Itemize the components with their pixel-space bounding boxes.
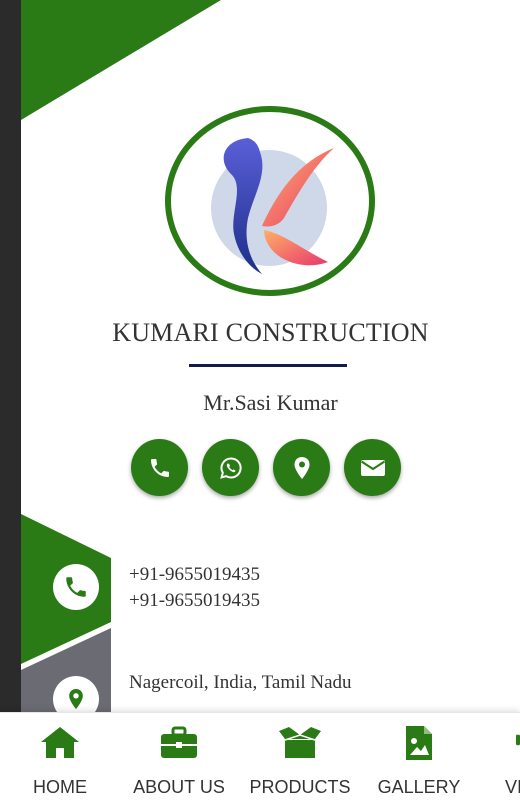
box-open-icon xyxy=(279,727,321,758)
map-marker-icon xyxy=(294,456,309,479)
left-dark-strip xyxy=(0,0,21,807)
title-divider xyxy=(189,364,347,367)
nav-about-us[interactable]: ABOUT US xyxy=(119,713,239,807)
image-file-icon xyxy=(406,726,432,760)
call-button[interactable] xyxy=(131,439,188,496)
bottom-nav: HOME ABOUT US PRODUCTS GALLERY VI xyxy=(0,712,520,807)
nav-label: HOME xyxy=(33,777,87,797)
nav-video[interactable]: VI xyxy=(460,713,520,807)
k-letter-logo-icon xyxy=(211,138,334,274)
business-card: KUMARI CONSTRUCTION Mr.Sasi Kumar +91-96… xyxy=(21,0,520,807)
envelope-icon xyxy=(360,459,385,476)
quick-actions xyxy=(131,439,401,496)
corner-decoration xyxy=(21,0,221,120)
location-button[interactable] xyxy=(273,439,330,496)
map-marker-icon xyxy=(69,689,83,709)
nav-label: ABOUT US xyxy=(133,777,225,797)
whatsapp-icon xyxy=(219,456,242,479)
nav-home[interactable]: HOME xyxy=(0,713,120,807)
phone-icon xyxy=(66,577,86,597)
phone-icon xyxy=(150,458,169,477)
person-name: Mr.Sasi Kumar xyxy=(203,390,338,415)
email-button[interactable] xyxy=(344,439,401,496)
video-icon xyxy=(516,734,520,746)
nav-products[interactable]: PRODUCTS xyxy=(240,713,360,807)
home-icon xyxy=(41,727,79,758)
briefcase-icon xyxy=(161,726,197,758)
phone-number-1[interactable]: +91-9655019435 xyxy=(129,562,260,588)
nav-label: VI xyxy=(505,777,520,797)
phone-badge xyxy=(53,564,99,610)
phone-number-2[interactable]: +91-9655019435 xyxy=(129,588,260,614)
address-text: Nagercoil, India, Tamil Nadu xyxy=(129,672,352,693)
phone-numbers: +91-9655019435 +91-9655019435 xyxy=(129,562,260,614)
nav-label: PRODUCTS xyxy=(249,777,351,797)
whatsapp-button[interactable] xyxy=(202,439,259,496)
company-name: KUMARI CONSTRUCTION xyxy=(112,318,429,347)
